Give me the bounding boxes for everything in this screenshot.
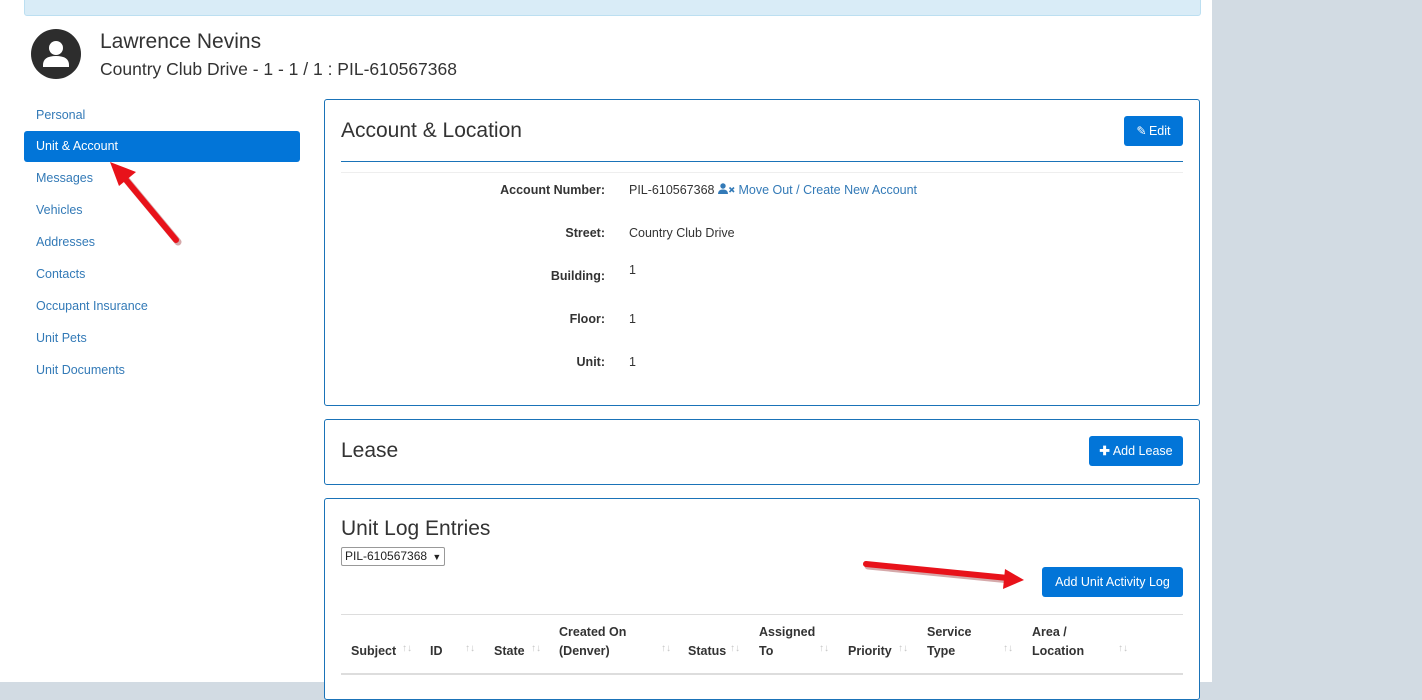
account-number-text: PIL-610567368 — [629, 183, 715, 197]
sidebar-item-vehicles[interactable]: Vehicles — [24, 194, 300, 226]
account-select[interactable]: PIL-610567368 ▼ — [341, 547, 446, 566]
panel-subdivider — [341, 172, 1183, 173]
sort-arrows-icon[interactable]: ↑↓ — [819, 643, 829, 654]
side-navigation: Personal Unit & Account Messages Vehicle… — [24, 99, 300, 386]
sort-arrows-icon[interactable]: ↑↓ — [661, 643, 671, 654]
panel-title: Unit Log Entries — [341, 517, 491, 540]
floor-value: 1 — [629, 312, 636, 326]
move-out-label: Move Out / Create New Account — [738, 183, 918, 197]
column-header-assigned-to[interactable]: Assigned To — [759, 623, 815, 661]
unit-label: Unit: — [576, 355, 605, 369]
add-lease-button[interactable]: ✚ Add Lease — [1089, 436, 1183, 466]
occupant-unit-summary: Country Club Drive - 1 - 1 / 1 : PIL-610… — [100, 59, 457, 79]
sort-arrows-icon[interactable]: ↑↓ — [531, 643, 541, 654]
sidebar-item-occupant-insurance[interactable]: Occupant Insurance — [24, 290, 300, 322]
column-header-area-location[interactable]: Area / Location — [1032, 623, 1084, 661]
sidebar-item-personal[interactable]: Personal — [24, 99, 300, 131]
main-page: Lawrence Nevins Country Club Drive - 1 -… — [0, 0, 1212, 700]
unit-value: 1 — [629, 355, 636, 369]
column-header-status[interactable]: Status — [688, 623, 726, 661]
panel-title: Account & Location — [341, 119, 522, 142]
account-number-value: PIL-610567368 Move Out / Create New Acco… — [629, 183, 917, 197]
edit-button[interactable]: ✏Edit — [1124, 116, 1183, 146]
building-label: Building: — [550, 269, 605, 283]
add-lease-label: Add Lease — [1112, 444, 1173, 458]
building-value: 1 — [629, 263, 636, 277]
user-avatar-icon — [31, 29, 81, 79]
info-alert — [24, 0, 1201, 16]
unit-log-table-header: Subject ↑↓ ID ↑↓ State ↑↓ Created On (Den… — [341, 614, 1183, 675]
sidebar-item-unit-documents[interactable]: Unit Documents — [24, 354, 300, 386]
column-header-service-type[interactable]: Service Type — [927, 623, 971, 661]
plus-icon: ✚ — [1099, 444, 1110, 458]
sort-arrows-icon[interactable]: ↑↓ — [1003, 643, 1013, 654]
occupant-name: Lawrence Nevins — [100, 30, 262, 53]
account-select-value: PIL-610567368 — [345, 549, 428, 563]
street-label: Street: — [565, 226, 605, 240]
sidebar-item-unit-pets[interactable]: Unit Pets — [24, 322, 300, 354]
street-value: Country Club Drive — [629, 226, 735, 240]
column-header-subject[interactable]: Subject — [351, 623, 396, 661]
floor-label: Floor: — [569, 312, 605, 326]
column-header-state[interactable]: State — [494, 623, 525, 661]
column-header-created-on[interactable]: Created On (Denver) — [559, 623, 626, 661]
sidebar-item-addresses[interactable]: Addresses — [24, 226, 300, 258]
panel-title: Lease — [341, 439, 399, 462]
chevron-down-icon: ▼ — [432, 552, 442, 562]
account-number-label: Account Number: — [500, 183, 605, 197]
column-header-id[interactable]: ID — [430, 623, 443, 661]
sort-arrows-icon[interactable]: ↑↓ — [465, 643, 475, 654]
user-times-icon — [717, 183, 735, 194]
sort-arrows-icon[interactable]: ↑↓ — [1118, 643, 1128, 654]
add-unit-activity-log-button[interactable]: Add Unit Activity Log — [1042, 567, 1183, 597]
sort-arrows-icon[interactable]: ↑↓ — [730, 643, 740, 654]
column-header-priority[interactable]: Priority — [848, 623, 892, 661]
move-out-link[interactable]: Move Out / Create New Account — [717, 183, 918, 197]
sort-arrows-icon[interactable]: ↑↓ — [898, 643, 908, 654]
sidebar-item-contacts[interactable]: Contacts — [24, 258, 300, 290]
sidebar-item-unit-account[interactable]: Unit & Account — [24, 131, 300, 162]
lease-panel: Lease ✚ Add Lease — [324, 419, 1200, 485]
account-location-panel: Account & Location ✏Edit Account Number:… — [324, 99, 1200, 406]
unit-log-panel: Unit Log Entries PIL-610567368 ▼ Add Uni… — [324, 498, 1200, 700]
sort-arrows-icon[interactable]: ↑↓ — [402, 643, 412, 654]
panel-divider — [341, 161, 1183, 162]
sidebar-item-messages[interactable]: Messages — [24, 162, 300, 194]
